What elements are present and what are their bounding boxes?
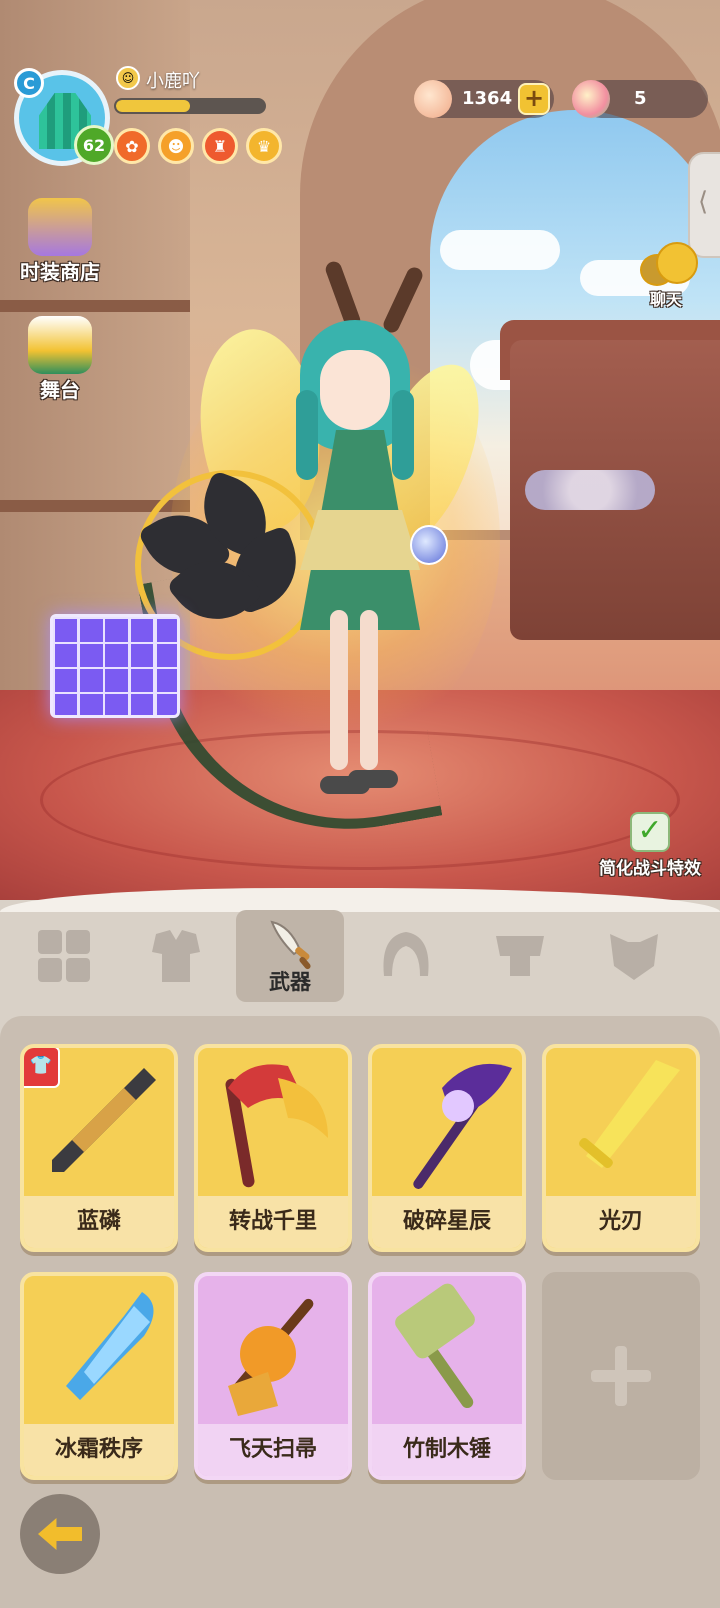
tab-accessory[interactable] (580, 910, 688, 1002)
weapon-card[interactable]: 冰霜秩序 (20, 1272, 178, 1480)
tab-weapon[interactable]: 武器 (236, 910, 344, 1002)
braid (392, 390, 414, 480)
avatar-badge: C (14, 68, 44, 98)
weapon-card[interactable]: 光刃 (542, 1044, 700, 1252)
back-button[interactable] (20, 1494, 100, 1574)
magic-cube[interactable] (50, 614, 180, 718)
fashion-shop-button[interactable]: 时装商店 (10, 198, 110, 285)
gem-icon (572, 80, 610, 118)
add-shells-button[interactable]: + (518, 83, 550, 115)
hair-icon (383, 932, 429, 976)
shell-count: 1364 (462, 88, 513, 109)
tab-weapon-label: 武器 (269, 970, 311, 994)
skirt (300, 510, 420, 570)
face (320, 350, 390, 430)
checkbox-checked-icon[interactable]: ✓ (630, 812, 670, 852)
chat-button[interactable]: 聊天 (626, 240, 706, 310)
potion-bottle (410, 525, 448, 565)
back-arrow-icon (38, 1518, 82, 1550)
braid (296, 390, 318, 480)
buff-crest-icon[interactable]: ♜ (202, 128, 238, 164)
grid-icon (38, 930, 90, 982)
weapon-card[interactable]: 飞天扫帚 (194, 1272, 352, 1480)
ears-icon (610, 934, 658, 980)
weapon-name: 飞天扫帚 (198, 1424, 348, 1476)
stage-icon (28, 316, 92, 374)
simplify-fx-label: 简化战斗特效 (599, 859, 701, 879)
weapon-name: 冰霜秩序 (24, 1424, 174, 1476)
shop-icon (28, 198, 92, 256)
tab-hair[interactable] (352, 910, 460, 1002)
outfit-icon (152, 930, 200, 982)
frost-blade-icon (66, 1292, 154, 1400)
exp-bar (114, 98, 266, 114)
player-name: 小鹿吖 (146, 71, 200, 92)
chat-label: 聊天 (649, 290, 682, 309)
antler (380, 264, 426, 336)
stage-label: 舞台 (40, 378, 80, 402)
category-tabs: 武器 (0, 900, 720, 1010)
tab-suit[interactable] (10, 910, 118, 1002)
bamboo-hammer-icon (395, 1283, 475, 1409)
stage-button[interactable]: 舞台 (10, 316, 110, 403)
shoe (348, 770, 398, 788)
buff-paw-icon[interactable]: ✿ (114, 128, 150, 164)
weapon-name: 光刃 (546, 1196, 696, 1248)
weapon-name: 破碎星辰 (372, 1196, 522, 1248)
leg (330, 610, 348, 770)
mood-face-icon: ☺ (116, 66, 140, 90)
pumpkin-broom-icon (228, 1298, 314, 1416)
simplify-fx-toggle[interactable]: ✓ 简化战斗特效 (580, 812, 720, 879)
level-badge: 62 (74, 125, 114, 165)
mask-icon (496, 936, 544, 976)
black-flower-weapon (137, 470, 320, 640)
dragon-scythe-icon (225, 1064, 328, 1188)
buff-face-icon[interactable]: ☻ (158, 128, 194, 164)
weapon-name: 转战千里 (198, 1196, 348, 1248)
shell-icon (414, 80, 452, 118)
gem-count: 5 (634, 88, 647, 109)
weapon-name: 竹制木锤 (372, 1424, 522, 1476)
light-sword-icon (579, 1060, 680, 1169)
shell-currency: 1364 + (414, 80, 554, 118)
equipped-shirt-icon: 👕 (24, 1048, 60, 1088)
weapon-card[interactable]: 转战千里 (194, 1044, 352, 1252)
leg (360, 610, 378, 770)
chat-bubbles-icon (636, 240, 698, 286)
weapon-card[interactable]: 竹制木锤 (368, 1272, 526, 1480)
add-weapon-slot[interactable] (542, 1272, 700, 1480)
weapon-card[interactable]: 破碎星辰 (368, 1044, 526, 1252)
weapon-card[interactable]: 👕 蓝磷 (20, 1044, 178, 1252)
gem-currency: 5 (572, 80, 708, 118)
tab-outfit[interactable] (122, 910, 230, 1002)
weapon-name: 蓝磷 (24, 1196, 174, 1248)
tab-face[interactable] (466, 910, 574, 1002)
star-staff-icon (413, 1063, 512, 1189)
plus-icon (591, 1346, 651, 1406)
buff-crown-icon[interactable]: ♛ (246, 128, 282, 164)
exp-fill (116, 100, 190, 112)
shop-label: 时装商店 (20, 260, 100, 284)
